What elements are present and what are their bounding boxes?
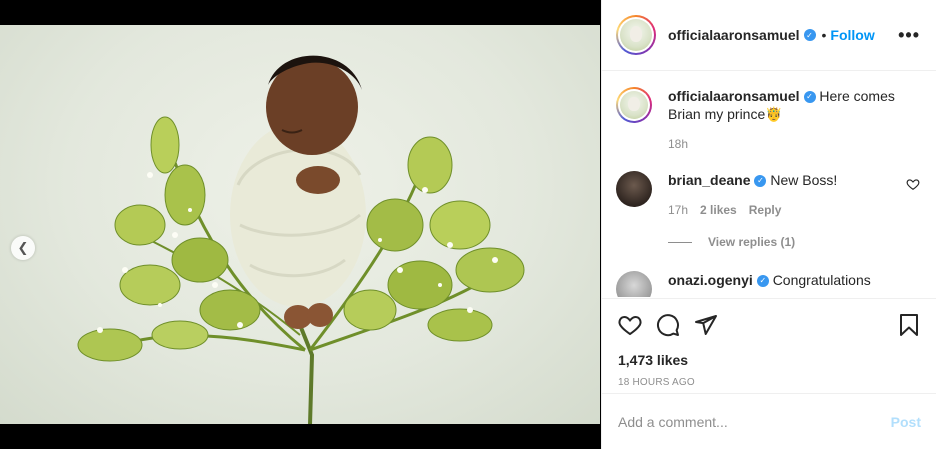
add-comment-input[interactable] — [618, 413, 891, 430]
comment-bubble-icon[interactable] — [656, 313, 680, 337]
post-photo[interactable]: ❮ — [0, 25, 600, 424]
like-heart-icon[interactable] — [618, 313, 642, 337]
comment-text: Congratulations — [772, 272, 871, 288]
newborn-photo-illustration — [77, 55, 525, 424]
verified-badge-icon: ✓ — [756, 275, 769, 288]
comment-row: brian_deane ✓ New Boss! 17h 2 likes Reply — [616, 171, 920, 219]
comment-meta: 17h 2 likes Reply — [668, 201, 898, 219]
instagram-post-modal: ❮ officialaaronsamuel ✓ • Follow ••• off — [0, 0, 936, 449]
action-icons — [618, 311, 921, 339]
author-avatar[interactable] — [616, 15, 656, 55]
caption-meta: 18h — [668, 135, 920, 153]
post-timestamp[interactable]: 18 HOURS AGO — [618, 377, 921, 388]
commenter-avatar[interactable] — [616, 271, 652, 297]
dot-separator: • — [821, 27, 827, 43]
likes-count[interactable]: 1,473 likes — [618, 352, 921, 368]
caption-username[interactable]: officialaaronsamuel — [668, 88, 800, 104]
comment-like-heart-icon[interactable] — [906, 177, 920, 191]
carousel-prev-button[interactable]: ❮ — [11, 236, 35, 260]
verified-badge-icon: ✓ — [754, 175, 767, 188]
post-actions: 1,473 likes 18 HOURS AGO — [602, 298, 936, 388]
comment-body: onazi.ogenyi ✓ Congratulations — [668, 271, 920, 297]
post-header: officialaaronsamuel ✓ • Follow ••• — [602, 0, 936, 71]
more-options-icon[interactable]: ••• — [898, 25, 920, 46]
comment-row: onazi.ogenyi ✓ Congratulations — [616, 271, 920, 297]
comment-username[interactable]: onazi.ogenyi — [668, 272, 753, 288]
comment-body: brian_deane ✓ New Boss! 17h 2 likes Reply — [668, 171, 898, 219]
caption-time[interactable]: 18h — [668, 135, 688, 153]
share-paper-plane-icon[interactable] — [694, 313, 718, 337]
view-replies-label: View replies (1) — [708, 235, 796, 249]
replies-divider — [668, 241, 692, 243]
post-side-panel: officialaaronsamuel ✓ • Follow ••• offic… — [601, 0, 936, 449]
chevron-left-icon: ❮ — [17, 240, 29, 255]
verified-badge-icon: ✓ — [803, 29, 816, 41]
save-bookmark-icon[interactable] — [897, 313, 921, 337]
caption-body: officialaaronsamuel ✓ Here comes Brian my… — [668, 87, 920, 153]
comment-time[interactable]: 17h — [668, 201, 688, 219]
verified-badge-icon: ✓ — [803, 91, 816, 104]
comments-list[interactable]: officialaaronsamuel ✓ Here comes Brian my… — [602, 71, 936, 297]
commenter-avatar[interactable] — [616, 171, 652, 207]
comment-composer: Post — [602, 393, 936, 449]
view-replies-button[interactable]: View replies (1) — [668, 235, 920, 249]
comment-text: New Boss! — [770, 172, 838, 188]
comment-likes[interactable]: 2 likes — [700, 201, 737, 219]
author-username[interactable]: officialaaronsamuel — [668, 27, 800, 43]
reply-button[interactable]: Reply — [749, 201, 782, 219]
caption-avatar[interactable] — [616, 87, 652, 123]
caption-row: officialaaronsamuel ✓ Here comes Brian my… — [616, 87, 920, 153]
post-comment-button[interactable]: Post — [891, 414, 921, 430]
comment-username[interactable]: brian_deane — [668, 172, 750, 188]
follow-button[interactable]: Follow — [830, 27, 874, 43]
